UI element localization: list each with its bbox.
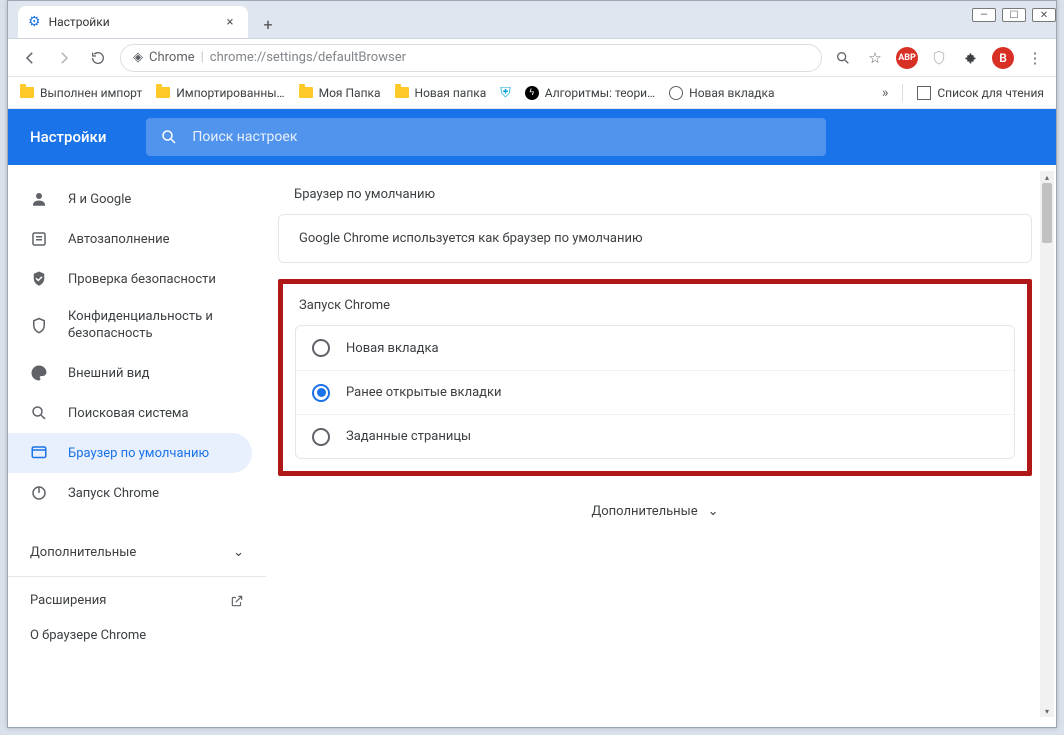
globe-icon <box>669 86 683 100</box>
autofill-icon <box>30 230 48 248</box>
shield-icon: ⛨ <box>500 85 511 101</box>
shield-extension-icon[interactable] <box>928 47 950 69</box>
bookmark-item[interactable]: ⛨ <box>500 85 511 101</box>
chevron-down-icon: ⌄ <box>233 545 244 560</box>
folder-icon <box>395 87 409 98</box>
chrome-menu-button[interactable]: ⋮ <box>1024 47 1046 69</box>
section-title-default-browser: Браузер по умолчанию <box>294 187 1032 202</box>
folder-icon <box>20 87 34 98</box>
url-path: chrome://settings/defaultBrowser <box>210 50 406 65</box>
lens-search-icon[interactable] <box>832 47 854 69</box>
minimize-button[interactable]: — <box>972 8 996 22</box>
folder-icon <box>299 87 313 98</box>
folder-icon <box>156 87 170 98</box>
tab-title: Настройки <box>49 15 110 29</box>
divider <box>902 84 903 102</box>
settings-sidebar: Я и Google Автозаполнение Проверка безоп… <box>8 165 266 727</box>
power-icon <box>30 484 48 502</box>
settings-search-box[interactable] <box>146 118 826 156</box>
sidebar-about-link[interactable]: О браузере Chrome <box>30 618 244 653</box>
vertical-scrollbar[interactable]: ▴ ▾ <box>1040 171 1054 717</box>
bookmark-folder[interactable]: Новая папка <box>395 86 487 100</box>
bookmark-folder[interactable]: Выполнен импорт <box>20 86 142 100</box>
new-tab-button[interactable]: + <box>254 10 282 38</box>
sidebar-item-default-browser[interactable]: Браузер по умолчанию <box>8 433 252 473</box>
site-info-icon[interactable]: ◈ <box>133 50 143 65</box>
page-title: Настройки <box>30 128 106 146</box>
settings-search-input[interactable] <box>192 129 812 145</box>
sidebar-item-on-startup[interactable]: Запуск Chrome <box>8 473 252 513</box>
privacy-icon <box>30 317 48 335</box>
search-icon <box>30 404 48 422</box>
sidebar-item-search-engine[interactable]: Поисковая система <box>8 393 252 433</box>
circle-icon: ϟ <box>525 86 539 100</box>
advanced-toggle-main[interactable]: Дополнительные ⌄ <box>278 504 1032 519</box>
sidebar-extensions-link[interactable]: Расширения <box>30 583 244 618</box>
url-host: Chrome <box>149 50 195 65</box>
scroll-down-arrow-icon[interactable]: ▾ <box>1040 705 1054 717</box>
scroll-up-arrow-icon[interactable]: ▴ <box>1040 171 1054 183</box>
sidebar-item-safety-check[interactable]: Проверка безопасности <box>8 259 252 299</box>
settings-header: Настройки <box>8 109 1056 165</box>
sidebar-item-you-and-google[interactable]: Я и Google <box>8 179 252 219</box>
abp-extension-icon[interactable]: ABP <box>896 47 918 69</box>
bookmark-star-icon[interactable]: ☆ <box>864 47 886 69</box>
reading-list-icon <box>917 86 931 100</box>
profile-avatar[interactable]: B <box>992 47 1014 69</box>
bookmark-item[interactable]: Новая вкладка <box>669 86 774 100</box>
url-input[interactable]: ◈ Chrome | chrome://settings/defaultBrow… <box>120 44 822 72</box>
bookmarks-overflow-button[interactable]: » <box>882 85 889 101</box>
browser-icon <box>30 444 48 462</box>
back-button[interactable] <box>18 46 42 70</box>
radio-option-new-tab[interactable]: Новая вкладка <box>296 326 1014 370</box>
palette-icon <box>30 364 48 382</box>
divider <box>8 576 266 577</box>
close-window-button[interactable]: ✕ <box>1032 8 1056 22</box>
chevron-down-icon: ⌄ <box>708 504 719 519</box>
on-startup-options: Новая вкладка Ранее открытые вкладки Зад… <box>295 325 1015 459</box>
sidebar-item-privacy[interactable]: Конфиденциальность и безопасность <box>8 299 252 353</box>
reload-button[interactable] <box>86 46 110 70</box>
external-link-icon <box>230 594 244 608</box>
bookmark-item[interactable]: ϟАлгоритмы: теори… <box>525 86 655 100</box>
maximize-button[interactable]: ☐ <box>1002 8 1026 22</box>
radio-option-continue[interactable]: Ранее открытые вкладки <box>296 370 1014 414</box>
reading-list-button[interactable]: Список для чтения <box>917 86 1044 100</box>
bookmark-folder[interactable]: Моя Папка <box>299 86 381 100</box>
sidebar-advanced-toggle[interactable]: Дополнительные ⌄ <box>30 535 244 570</box>
close-tab-button[interactable]: × <box>222 14 238 30</box>
person-icon <box>30 190 48 208</box>
radio-option-specific-pages[interactable]: Заданные страницы <box>296 414 1014 458</box>
section-title-on-startup: Запуск Chrome <box>299 298 1015 313</box>
settings-main: Браузер по умолчанию Google Chrome испол… <box>266 165 1056 727</box>
radio-icon <box>312 339 330 357</box>
address-bar: ◈ Chrome | chrome://settings/defaultBrow… <box>8 39 1056 77</box>
sidebar-item-appearance[interactable]: Внешний вид <box>8 353 252 393</box>
tab-strip: ⚙ Настройки × + <box>8 1 1056 39</box>
forward-button[interactable] <box>52 46 76 70</box>
default-browser-card: Google Chrome используется как браузер п… <box>278 214 1032 263</box>
bookmarks-bar: Выполнен импорт Импортированны… Моя Папк… <box>8 77 1056 109</box>
browser-tab-settings[interactable]: ⚙ Настройки × <box>18 6 248 38</box>
extensions-puzzle-icon[interactable] <box>960 47 982 69</box>
sidebar-item-autofill[interactable]: Автозаполнение <box>8 219 252 259</box>
shield-check-icon <box>30 270 48 288</box>
search-icon <box>160 128 178 146</box>
gear-icon: ⚙ <box>28 14 41 30</box>
radio-icon <box>312 428 330 446</box>
bookmark-folder[interactable]: Импортированны… <box>156 86 284 100</box>
highlighted-section: Запуск Chrome Новая вкладка Ранее открыт… <box>278 279 1032 476</box>
scrollbar-thumb[interactable] <box>1042 183 1052 243</box>
radio-icon <box>312 384 330 402</box>
